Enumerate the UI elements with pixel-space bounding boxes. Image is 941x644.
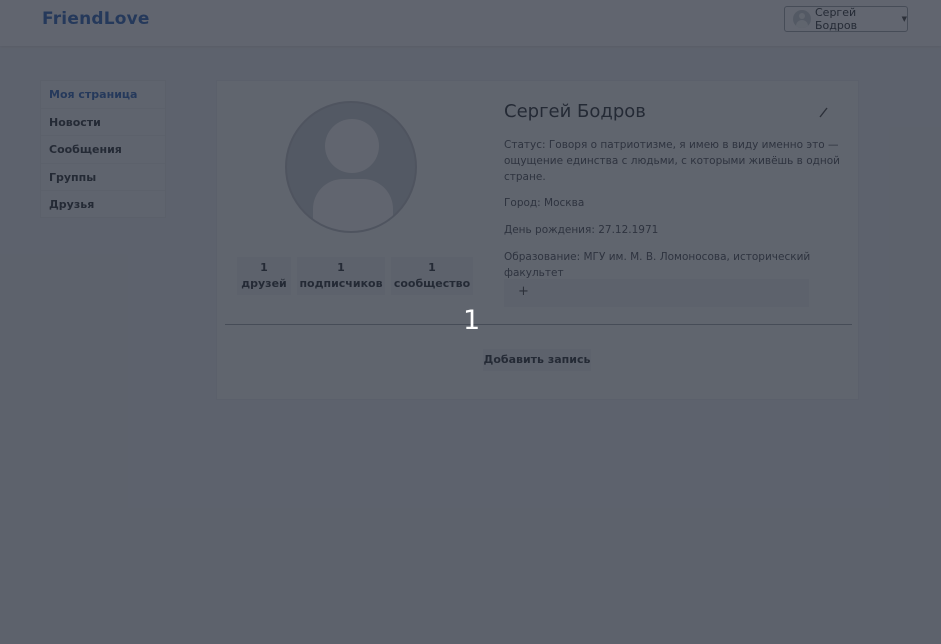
sidebar-item-friends[interactable]: Друзья <box>41 191 165 219</box>
stat-label: сообщество <box>393 277 471 290</box>
user-avatar-icon <box>793 10 811 28</box>
stat-count: 1 <box>337 261 345 274</box>
profile-city: Город: Москва <box>504 197 585 209</box>
profile-education: Образование: МГУ им. М. В. Ломоносова, и… <box>504 251 811 279</box>
sidebar-item-groups[interactable]: Группы <box>41 164 165 192</box>
navbar: FriendLove Сергей Бодров ▼ <box>0 0 941 46</box>
user-menu-button[interactable]: Сергей Бодров ▼ <box>784 6 908 32</box>
caret-down-icon: ▼ <box>901 15 907 23</box>
stat-count: 1 <box>428 261 436 274</box>
brand-logo[interactable]: FriendLove <box>42 9 150 29</box>
profile-card: 1 друзей 1 подписчиков 1 сообщество Серг… <box>216 80 859 400</box>
sidebar-item-messages[interactable]: Сообщения <box>41 136 165 164</box>
profile-name: Сергей Бодров <box>504 101 646 122</box>
sidebar-item-news[interactable]: Новости <box>41 109 165 137</box>
stat-count: 1 <box>260 261 268 274</box>
stat-label: друзей <box>241 277 287 290</box>
stat-communities[interactable]: 1 сообщество <box>391 257 473 295</box>
add-info-button[interactable]: + <box>504 279 809 307</box>
avatar-body-shape <box>313 179 393 231</box>
divider <box>225 324 852 325</box>
profile-status: Статус: Говоря о патриотизме, я имею в в… <box>504 139 840 183</box>
stat-label: подписчиков <box>299 277 383 290</box>
profile-avatar <box>285 101 417 233</box>
profile-stats: 1 друзей 1 подписчиков 1 сообщество <box>237 257 479 295</box>
add-post-button[interactable]: Добавить запись <box>483 349 591 371</box>
profile-birthday: День рождения: 27.12.1971 <box>504 224 659 236</box>
user-name: Сергей Бодров <box>815 6 858 32</box>
pencil-icon[interactable] <box>817 105 831 119</box>
sidebar: Моя страница Новости Сообщения Группы Др… <box>40 80 166 218</box>
sidebar-item-my-page[interactable]: Моя страница <box>41 81 165 109</box>
stat-followers[interactable]: 1 подписчиков <box>297 257 385 295</box>
stat-friends[interactable]: 1 друзей <box>237 257 291 295</box>
avatar-head-shape <box>325 119 379 173</box>
